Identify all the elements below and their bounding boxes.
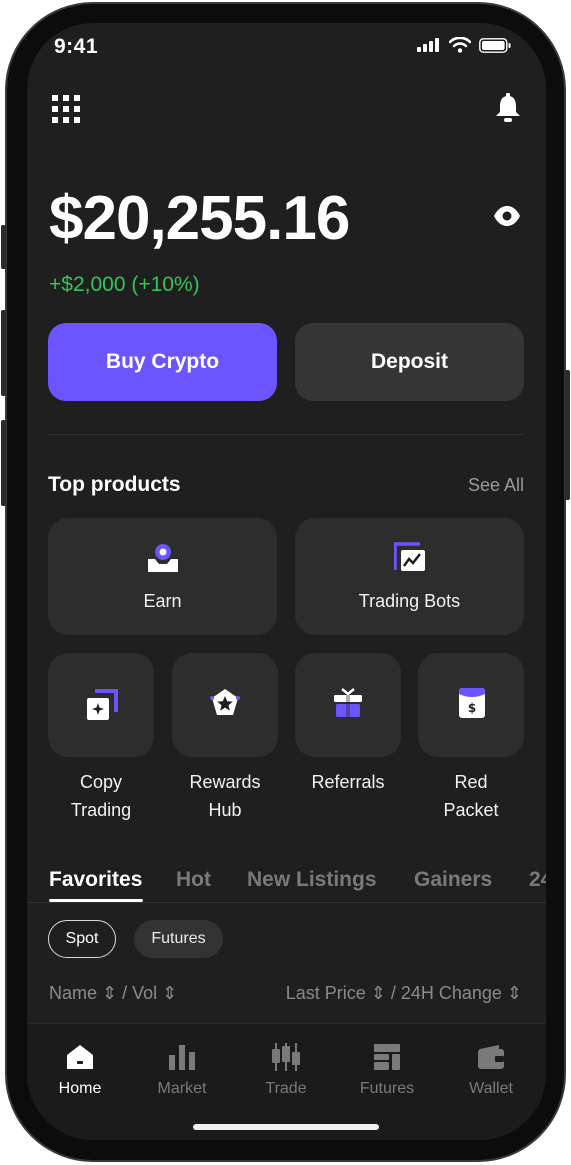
svg-text:$: $: [468, 701, 476, 715]
product-label-copy-trading: Copy Trading: [70, 772, 132, 820]
divider: [48, 434, 524, 435]
balance-amount: $20,255.16: [49, 184, 350, 253]
nav-home[interactable]: Home: [35, 1042, 125, 1098]
copy-trading-icon: [86, 689, 118, 726]
market-icon: [137, 1042, 227, 1072]
tab-new-listings[interactable]: New Listings: [247, 868, 377, 892]
product-card-referrals[interactable]: [295, 653, 401, 757]
side-button: [565, 370, 570, 500]
product-card-red-packet[interactable]: $: [418, 653, 524, 757]
futures-icon: [342, 1042, 432, 1072]
column-header-name[interactable]: Name ⇕ / Vol ⇕: [49, 983, 177, 1004]
bottom-nav: Home Market Trade Futures Wallet: [27, 1023, 546, 1140]
home-indicator[interactable]: [193, 1124, 379, 1130]
home-icon: [35, 1042, 125, 1072]
side-button: [1, 310, 6, 396]
product-label-rewards-hub: Rewards Hub: [189, 772, 261, 820]
eye-icon[interactable]: [493, 205, 521, 232]
tab-favorites[interactable]: Favorites: [49, 868, 142, 892]
column-header-price[interactable]: Last Price ⇕ / 24H Change ⇕: [286, 983, 522, 1004]
trading-bots-icon: [393, 542, 426, 577]
gift-icon: [333, 688, 363, 723]
section-title: Top products: [48, 473, 181, 496]
signal-icon: [417, 38, 439, 52]
wallet-icon: [446, 1042, 536, 1072]
tab-24h[interactable]: 24: [529, 868, 546, 892]
nav-label: Trade: [265, 1080, 307, 1097]
buy-crypto-button[interactable]: Buy Crypto: [48, 323, 277, 401]
chip-spot[interactable]: Spot: [48, 920, 116, 958]
nav-label: Home: [58, 1080, 102, 1097]
nav-futures[interactable]: Futures: [342, 1042, 432, 1098]
side-button: [1, 420, 6, 506]
product-label: Trading Bots: [358, 591, 461, 611]
status-icons: [417, 37, 511, 53]
product-card-copy-trading[interactable]: [48, 653, 154, 757]
nav-label: Market: [157, 1080, 207, 1097]
product-card-earn[interactable]: Earn: [48, 518, 277, 635]
product-card-rewards-hub[interactable]: [172, 653, 278, 757]
product-card-trading-bots[interactable]: Trading Bots: [295, 518, 524, 635]
bell-icon[interactable]: [495, 93, 521, 128]
divider: [27, 902, 546, 903]
grid-icon[interactable]: [52, 95, 80, 128]
app-screen: 9:41 $20,255.16 +$2,000 (+10%) Buy Crypt…: [27, 23, 546, 1140]
nav-wallet[interactable]: Wallet: [446, 1042, 536, 1098]
chip-futures[interactable]: Futures: [134, 920, 223, 958]
nav-label: Wallet: [469, 1080, 513, 1097]
battery-icon: [479, 37, 511, 53]
nav-label: Futures: [359, 1080, 415, 1097]
see-all-link[interactable]: See All: [468, 475, 524, 496]
nav-market[interactable]: Market: [137, 1042, 227, 1098]
product-label-referrals: Referrals: [311, 772, 385, 792]
rewards-icon: [210, 688, 240, 723]
wifi-icon: [449, 37, 471, 53]
tab-gainers[interactable]: Gainers: [414, 868, 492, 892]
product-label-red-packet: Red Packet: [443, 772, 499, 820]
red-packet-icon: $: [458, 687, 486, 724]
earn-icon: [147, 543, 179, 578]
product-label: Earn: [143, 591, 182, 611]
balance-change: +$2,000 (+10%): [49, 273, 200, 296]
trade-icon: [241, 1042, 331, 1072]
nav-trade[interactable]: Trade: [241, 1042, 331, 1098]
side-button: [1, 225, 6, 269]
tab-hot[interactable]: Hot: [176, 868, 211, 892]
deposit-button[interactable]: Deposit: [295, 323, 524, 401]
status-time: 9:41: [54, 35, 99, 58]
